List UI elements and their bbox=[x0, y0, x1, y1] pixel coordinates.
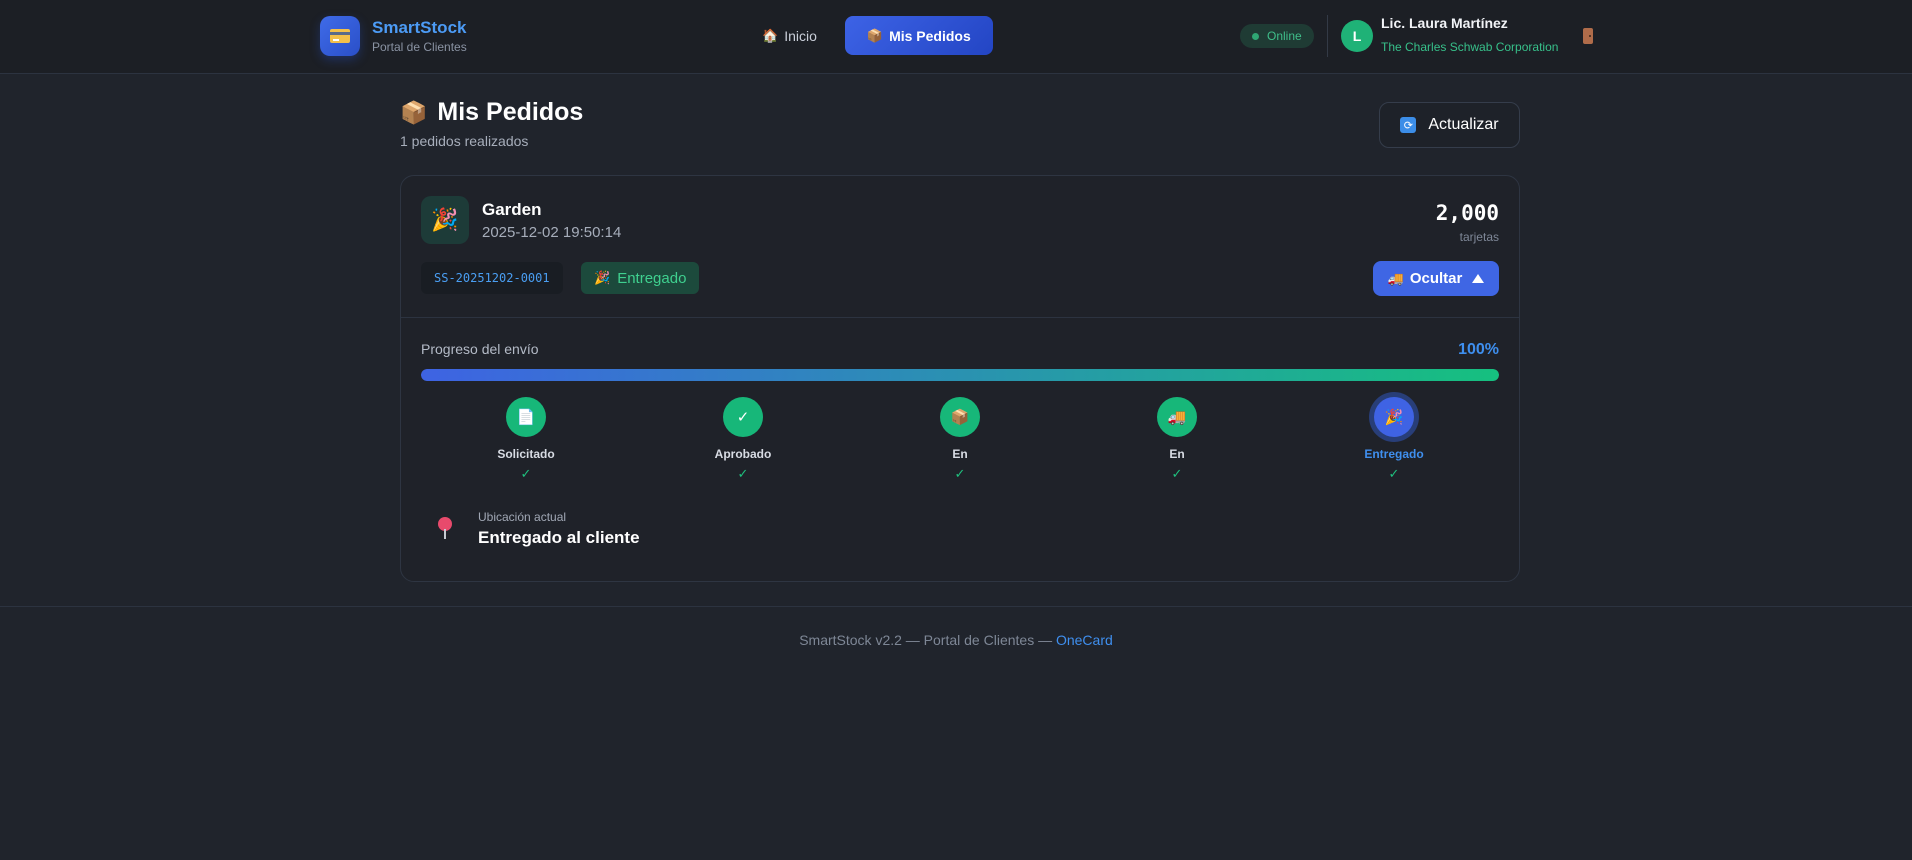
step-label: En bbox=[952, 447, 968, 461]
progress-label: Progreso del envío bbox=[421, 341, 539, 357]
package-icon: 📦 bbox=[940, 397, 980, 437]
online-status-badge: Online bbox=[1240, 24, 1314, 48]
nav-item-inicio[interactable]: 🏠 Inicio bbox=[740, 16, 839, 55]
footer: SmartStock v2.2 — Portal de Clientes — O… bbox=[0, 632, 1912, 648]
online-status-label: Online bbox=[1267, 29, 1302, 43]
nav-item-mis-pedidos[interactable]: 📦 Mis Pedidos bbox=[844, 16, 993, 55]
truck-icon: 🚚 bbox=[1157, 397, 1197, 437]
top-bar: SmartStock Portal de Clientes 🏠 Inicio 📦… bbox=[0, 0, 1912, 74]
check-icon: ✓ bbox=[1388, 466, 1400, 481]
step-label: Entregado bbox=[1364, 447, 1424, 461]
refresh-icon: ⟳ bbox=[1400, 117, 1417, 133]
brand-subtitle: Portal de Clientes bbox=[372, 39, 467, 54]
document-icon: 📄 bbox=[506, 397, 546, 437]
check-icon: ✓ bbox=[954, 466, 966, 481]
status-dot-icon bbox=[1252, 32, 1259, 40]
refresh-button[interactable]: ⟳ Actualizar bbox=[1379, 102, 1520, 148]
party-popper-icon: 🎉 bbox=[1374, 397, 1414, 437]
package-icon: 📦 bbox=[866, 27, 884, 43]
main-nav: 🏠 Inicio 📦 Mis Pedidos bbox=[740, 16, 993, 55]
brand[interactable]: SmartStock Portal de Clientes bbox=[320, 16, 467, 56]
step-en-camino: 🚚 En ✓ bbox=[1107, 397, 1247, 482]
check-icon: ✓ bbox=[737, 466, 749, 481]
status-badge: 🎉 Entregado bbox=[581, 262, 700, 294]
page-title-text: Mis Pedidos bbox=[437, 98, 584, 126]
nav-item-label: Mis Pedidos bbox=[889, 27, 971, 44]
progress-bar bbox=[421, 369, 1499, 381]
package-icon: 📦 bbox=[400, 99, 428, 125]
house-icon: 🏠 bbox=[762, 27, 779, 43]
step-solicitado: 📄 Solicitado ✓ bbox=[456, 397, 596, 482]
step-en-preparacion: 📦 En ✓ bbox=[890, 397, 1030, 482]
footer-divider bbox=[0, 606, 1912, 607]
orders-count: 1 pedidos realizados bbox=[400, 133, 529, 149]
order-card: 🎉 Garden 2025-12-02 19:50:14 2,000 tarje… bbox=[400, 175, 1520, 582]
footer-link-onecard[interactable]: OneCard bbox=[1056, 632, 1113, 648]
refresh-button-label: Actualizar bbox=[1428, 116, 1499, 133]
door-icon[interactable] bbox=[1583, 28, 1593, 44]
order-date: 2025-12-02 19:50:14 bbox=[482, 224, 622, 241]
step-aprobado: ✓ Aprobado ✓ bbox=[673, 397, 813, 482]
check-icon: ✓ bbox=[520, 466, 532, 481]
step-label: Solicitado bbox=[497, 447, 555, 461]
order-code: SS-20251202-0001 bbox=[421, 262, 563, 294]
footer-text: SmartStock v2.2 — Portal de Clientes — bbox=[799, 632, 1056, 648]
hide-details-label: Ocultar bbox=[1409, 270, 1463, 287]
order-quantity: 2,000 bbox=[1435, 201, 1499, 225]
brand-name: SmartStock bbox=[372, 17, 467, 37]
pin-icon bbox=[438, 517, 452, 539]
user-company: The Charles Schwab Corporation bbox=[1381, 40, 1559, 54]
nav-item-label: Inicio bbox=[784, 27, 817, 44]
chevron-up-icon bbox=[1472, 274, 1485, 283]
header-divider bbox=[1327, 15, 1328, 57]
order-name: Garden bbox=[482, 200, 542, 219]
location-label: Ubicación actual bbox=[478, 510, 567, 524]
check-icon: ✓ bbox=[1171, 466, 1183, 481]
card-divider bbox=[401, 317, 1519, 318]
credit-card-icon bbox=[320, 16, 360, 56]
step-label: Aprobado bbox=[714, 447, 772, 461]
page-title: 📦 Mis Pedidos bbox=[400, 98, 583, 127]
location-value: Entregado al cliente bbox=[478, 528, 640, 547]
progress-percent: 100% bbox=[1458, 341, 1499, 358]
user-name: Lic. Laura Martínez bbox=[1381, 15, 1508, 31]
party-popper-icon: 🎉 bbox=[421, 196, 469, 244]
step-entregado: 🎉 Entregado ✓ bbox=[1324, 397, 1464, 482]
avatar[interactable]: L bbox=[1341, 20, 1373, 52]
step-label: En bbox=[1169, 447, 1185, 461]
party-popper-icon: 🎉 bbox=[594, 270, 611, 285]
status-badge-label: Entregado bbox=[617, 269, 687, 287]
progress-bar-fill bbox=[421, 369, 1499, 381]
hide-details-button[interactable]: 🚚 Ocultar bbox=[1373, 261, 1499, 296]
checkmark-icon: ✓ bbox=[723, 397, 763, 437]
order-quantity-unit: tarjetas bbox=[1459, 230, 1499, 244]
truck-icon: 🚚 bbox=[1387, 270, 1404, 286]
